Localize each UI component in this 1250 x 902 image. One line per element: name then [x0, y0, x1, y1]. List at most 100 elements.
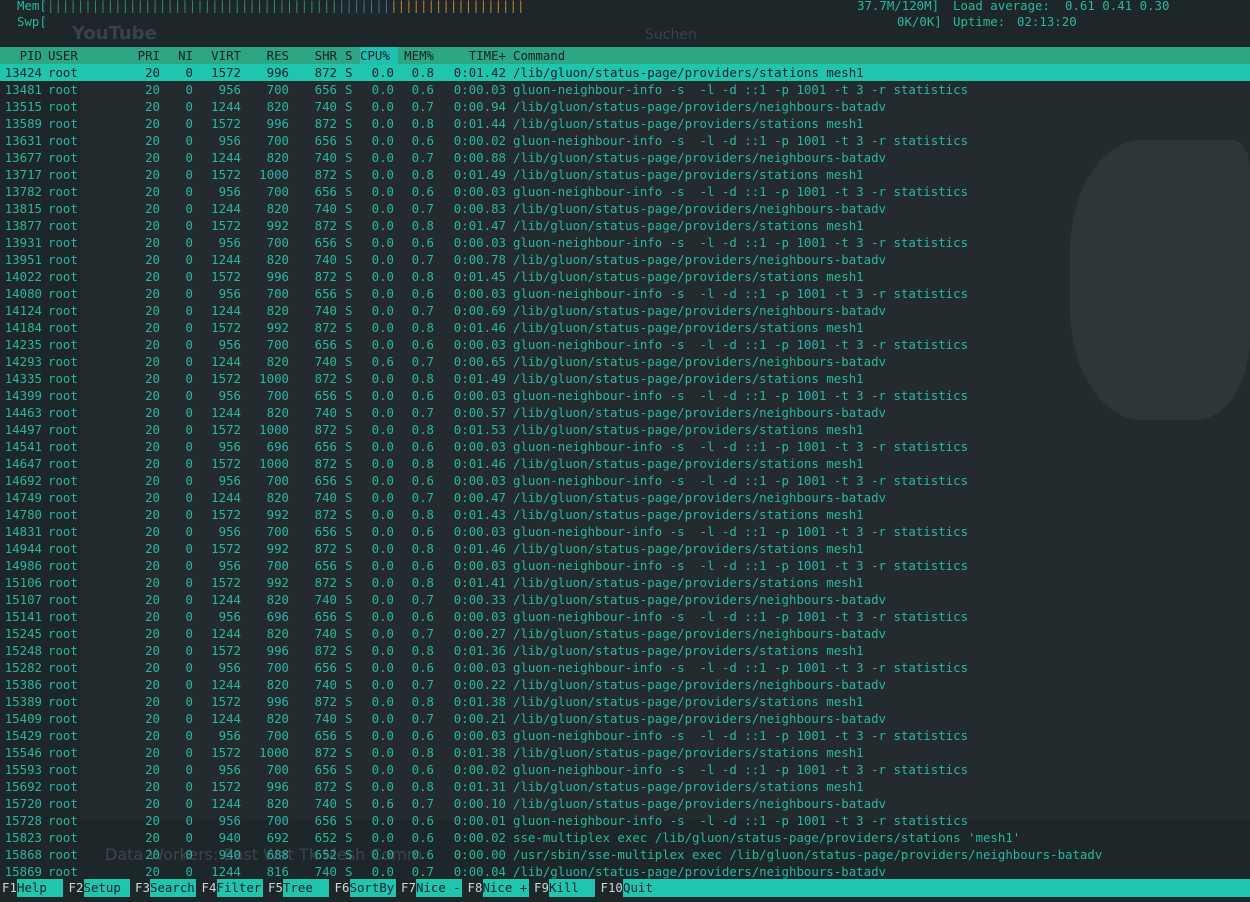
process-row[interactable]: 15692 root 20 0 1572 996 872 S 0.0 0.8 0:01.31/lib… — [0, 778, 1250, 795]
process-row[interactable]: 13589 root 20 0 1572 996 872 S 0.0 0.8 0:01.44/lib… — [0, 115, 1250, 132]
fkey-f9[interactable]: F9 — [534, 879, 549, 897]
fkey-f8[interactable]: F8 — [468, 879, 483, 897]
column-header-mem[interactable]: MEM% — [394, 47, 434, 64]
process-pri: 20 — [145, 643, 160, 658]
process-row[interactable]: 14022 root 20 0 1572 996 872 S 0.0 0.8 0:01.45/lib… — [0, 268, 1250, 285]
column-header-cpu[interactable]: CPU% — [360, 47, 398, 64]
process-row[interactable]: 13931 root 20 0 956 700 656 S 0.0 0.6 0:00.03 gluon… — [0, 234, 1250, 251]
process-row[interactable]: 13782 root 20 0 956 700 656 S 0.0 0.6 0:00.03 gluon… — [0, 183, 1250, 200]
process-pri: 20 — [145, 65, 160, 80]
process-row[interactable]: 14497 root 20 0 1572 1000 872 S 0.0 0.8 0:01.53/li… — [0, 421, 1250, 438]
fkey-label-search[interactable]: Search — [150, 879, 196, 897]
process-virt: 940 — [218, 847, 241, 862]
process-row[interactable]: 14986 root 20 0 956 700 656 S 0.0 0.6 0:00.03 gluon… — [0, 557, 1250, 574]
process-row[interactable]: 14080 root 20 0 956 700 656 S 0.0 0.6 0:00.03 gluon… — [0, 285, 1250, 302]
process-row[interactable]: 15248 root 20 0 1572 996 872 S 0.0 0.8 0:01.36/lib… — [0, 642, 1250, 659]
process-row[interactable]: 15728 root 20 0 956 700 656 S 0.0 0.6 0:00.01 gluon… — [0, 812, 1250, 829]
fkey-f7[interactable]: F7 — [401, 879, 416, 897]
process-row[interactable]: 13515 root 20 0 1244 820 740 S 0.0 0.7 0:00.94/lib… — [0, 98, 1250, 115]
process-time: 0:00.03 — [453, 609, 506, 624]
process-row[interactable]: 15720 root 20 0 1244 820 740 S 0.6 0.7 0:00.10/lib… — [0, 795, 1250, 812]
fkey-label-sortby[interactable]: SortBy — [349, 879, 396, 897]
column-header-user[interactable]: USER — [48, 47, 78, 64]
fkey-label-kill[interactable]: Kill — [549, 879, 595, 897]
fkey-label-tree[interactable]: Tree — [283, 879, 329, 897]
process-shr: 740 — [314, 711, 337, 726]
fkey-label-filter[interactable]: Filter — [216, 879, 263, 897]
process-user: root — [48, 643, 78, 658]
process-row[interactable]: 13481 root 20 0 956 700 656 S 0.0 0.6 0:00.03 gluon… — [0, 81, 1250, 98]
process-row[interactable]: 15245 root 20 0 1244 820 740 S 0.0 0.7 0:00.27/lib… — [0, 625, 1250, 642]
process-row[interactable]: 14944 root 20 0 1572 992 872 S 0.0 0.8 0:01.46/lib… — [0, 540, 1250, 557]
process-row[interactable]: 14184 root 20 0 1572 992 872 S 0.0 0.8 0:01.46/lib… — [0, 319, 1250, 336]
column-header-res[interactable]: RES — [241, 47, 289, 64]
process-row[interactable]: 14692 root 20 0 956 700 656 S 0.0 0.6 0:00.03 gluon… — [0, 472, 1250, 489]
column-header-pid[interactable]: PID — [0, 47, 42, 64]
process-row[interactable]: 15282 root 20 0 956 700 656 S 0.0 0.6 0:00.03 gluon… — [0, 659, 1250, 676]
process-row[interactable]: 13815 root 20 0 1244 820 740 S 0.0 0.7 0:00.83/lib… — [0, 200, 1250, 217]
process-row[interactable]: 14235 root 20 0 956 700 656 S 0.0 0.6 0:00.03 gluon… — [0, 336, 1250, 353]
process-row[interactable]: 15593 root 20 0 956 700 656 S 0.0 0.6 0:00.02 gluon… — [0, 761, 1250, 778]
process-time: 0:00.03 — [453, 82, 506, 97]
fkey-f1[interactable]: F1 — [2, 879, 17, 897]
process-row[interactable]: 14647 root 20 0 1572 1000 872 S 0.0 0.8 0:01.46/li… — [0, 455, 1250, 472]
process-virt: 1572 — [211, 643, 241, 658]
process-pid: 15692 — [4, 779, 42, 794]
process-row[interactable]: 13677 root 20 0 1244 820 740 S 0.0 0.7 0:00.88/lib… — [0, 149, 1250, 166]
process-row[interactable]: 14463 root 20 0 1244 820 740 S 0.0 0.7 0:00.57/lib… — [0, 404, 1250, 421]
fkey-f6[interactable]: F6 — [335, 879, 350, 897]
process-ni: 0 — [185, 218, 193, 233]
process-row[interactable]: 14399 root 20 0 956 700 656 S 0.0 0.6 0:00.03 gluon… — [0, 387, 1250, 404]
process-row[interactable]: 15869 root 20 0 1244 816 740 S 0.0 0.7 0:00.04/lib… — [0, 863, 1250, 880]
process-row[interactable]: 13717 root 20 0 1572 1000 872 S 0.0 0.8 0:01.49/li… — [0, 166, 1250, 183]
fkey-f2[interactable]: F2 — [69, 879, 84, 897]
process-row[interactable]: 14293 root 20 0 1244 820 740 S 0.6 0.7 0:00.65/lib… — [0, 353, 1250, 370]
process-pri: 20 — [145, 167, 160, 182]
fkey-label-help[interactable]: Help — [17, 879, 63, 897]
column-header-command[interactable]: Command — [513, 47, 565, 64]
process-row[interactable]: 14541 root 20 0 956 696 656 S 0.0 0.6 0:00.03 gluon… — [0, 438, 1250, 455]
fkey-label-quit[interactable]: Quit — [623, 879, 1250, 897]
process-user: root — [48, 813, 78, 828]
process-shr: 656 — [314, 660, 337, 675]
process-time: 0:01.46 — [453, 320, 506, 335]
fkey-f4[interactable]: F4 — [202, 879, 217, 897]
process-row[interactable]: 15106 root 20 0 1572 992 872 S 0.0 0.8 0:01.41/lib… — [0, 574, 1250, 591]
process-row[interactable]: 15141 root 20 0 956 696 656 S 0.0 0.6 0:00.03 gluon… — [0, 608, 1250, 625]
process-res: 700 — [266, 558, 289, 573]
process-pri: 20 — [145, 796, 160, 811]
column-header-time[interactable]: TIME+ — [436, 47, 506, 64]
process-row[interactable]: 14749 root 20 0 1244 820 740 S 0.0 0.7 0:00.47/lib… — [0, 489, 1250, 506]
process-row[interactable]: 15386 root 20 0 1244 820 740 S 0.0 0.7 0:00.22/lib… — [0, 676, 1250, 693]
process-pid: 13589 — [4, 116, 42, 131]
column-header-state[interactable]: S — [345, 47, 352, 64]
process-row[interactable]: 14831 root 20 0 956 700 656 S 0.0 0.6 0:00.03 gluon… — [0, 523, 1250, 540]
process-row[interactable]: 14335 root 20 0 1572 1000 872 S 0.0 0.8 0:01.49/li… — [0, 370, 1250, 387]
fkey-f5[interactable]: F5 — [268, 879, 283, 897]
process-row[interactable]: 13424 root 20 0 1572 996 872 S 0.0 0.8 0:01.42/lib… — [0, 64, 1250, 81]
column-header-ni[interactable]: NI — [163, 47, 193, 64]
process-row[interactable]: 15409 root 20 0 1244 820 740 S 0.0 0.7 0:00.21/lib… — [0, 710, 1250, 727]
process-row[interactable]: 13631 root 20 0 956 700 656 S 0.0 0.6 0:00.02 gluon… — [0, 132, 1250, 149]
process-row[interactable]: 14124 root 20 0 1244 820 740 S 0.0 0.7 0:00.69/lib… — [0, 302, 1250, 319]
process-row[interactable]: 14780 root 20 0 1572 992 872 S 0.0 0.8 0:01.43/lib… — [0, 506, 1250, 523]
process-row[interactable]: 13877 root 20 0 1572 992 872 S 0.0 0.8 0:01.47/lib… — [0, 217, 1250, 234]
fkey-label-nice[interactable]: Nice + — [482, 879, 529, 897]
fkey-label-nice[interactable]: Nice - — [416, 879, 462, 897]
column-header-pri[interactable]: PRI — [120, 47, 160, 64]
fkey-f10[interactable]: F10 — [601, 879, 623, 897]
process-pid: 14463 — [4, 405, 42, 420]
process-row[interactable]: 15546 root 20 0 1572 1000 872 S 0.0 0.8 0:01.38/li… — [0, 744, 1250, 761]
process-row[interactable]: 15823 root 20 0 940 692 652 S 0.0 0.6 0:00.02 sse-m… — [0, 829, 1250, 846]
fkey-label-setup[interactable]: Setup — [83, 879, 130, 897]
process-cpu: 0.0 — [371, 422, 394, 437]
process-row[interactable]: 13951 root 20 0 1244 820 740 S 0.0 0.7 0:00.78/lib… — [0, 251, 1250, 268]
column-header-shr[interactable]: SHR — [289, 47, 337, 64]
process-pri: 20 — [145, 728, 160, 743]
process-row[interactable]: 15389 root 20 0 1572 996 872 S 0.0 0.8 0:01.38/lib… — [0, 693, 1250, 710]
fkey-f3[interactable]: F3 — [135, 879, 150, 897]
process-row[interactable]: 15429 root 20 0 956 700 656 S 0.0 0.6 0:00.03 gluon… — [0, 727, 1250, 744]
process-row[interactable]: 15868 root 20 0 940 688 652 S 0.0 0.6 0:00.00/usr/… — [0, 846, 1250, 863]
column-header-virt[interactable]: VIRT — [193, 47, 241, 64]
process-row[interactable]: 15107 root 20 0 1244 820 740 S 0.0 0.7 0:00.33/lib… — [0, 591, 1250, 608]
